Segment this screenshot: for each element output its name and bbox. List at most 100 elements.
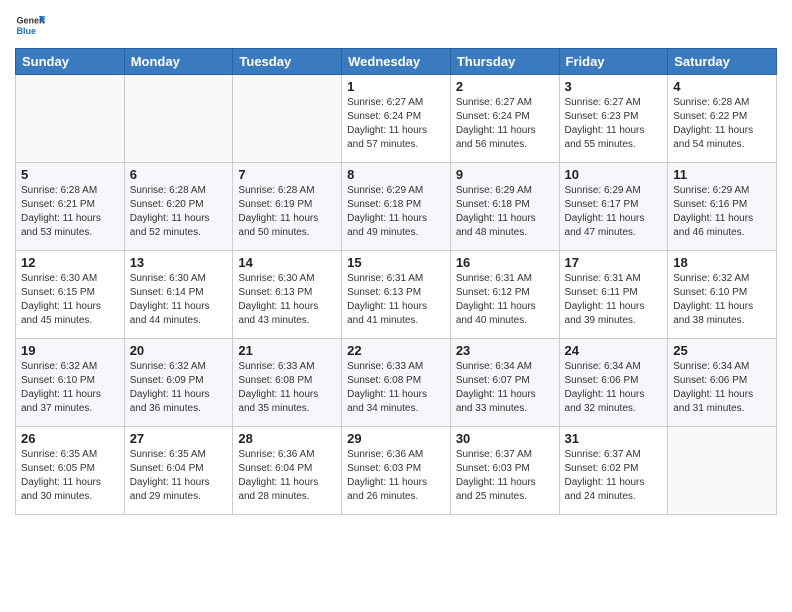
calendar-cell — [124, 75, 233, 163]
calendar-week-row: 1 Sunrise: 6:27 AMSunset: 6:24 PMDaylight… — [16, 75, 777, 163]
svg-text:Blue: Blue — [17, 26, 37, 36]
day-number: 27 — [130, 431, 228, 446]
day-number: 23 — [456, 343, 554, 358]
day-info: Sunrise: 6:31 AMSunset: 6:13 PMDaylight:… — [347, 272, 445, 328]
day-number: 10 — [565, 167, 663, 182]
day-info: Sunrise: 6:28 AMSunset: 6:20 PMDaylight:… — [130, 184, 228, 240]
day-number: 9 — [456, 167, 554, 182]
calendar-cell: 16 Sunrise: 6:31 AMSunset: 6:12 PMDayligh… — [450, 251, 559, 339]
calendar-cell: 14 Sunrise: 6:30 AMSunset: 6:13 PMDayligh… — [233, 251, 342, 339]
day-info: Sunrise: 6:30 AMSunset: 6:15 PMDaylight:… — [21, 272, 119, 328]
day-info: Sunrise: 6:33 AMSunset: 6:08 PMDaylight:… — [347, 360, 445, 416]
calendar-week-row: 19Sunrise: 6:32 AMSunset: 6:10 PMDayligh… — [16, 339, 777, 427]
day-info: Sunrise: 6:29 AMSunset: 6:16 PMDaylight:… — [673, 184, 771, 240]
day-number: 14 — [238, 255, 336, 270]
calendar-cell: 8Sunrise: 6:29 AMSunset: 6:18 PMDaylight… — [342, 163, 451, 251]
calendar-cell: 27 Sunrise: 6:35 AMSunset: 6:04 PMDayligh… — [124, 427, 233, 515]
calendar-cell: 23 Sunrise: 6:34 AMSunset: 6:07 PMDayligh… — [450, 339, 559, 427]
logo: General Blue — [15, 10, 45, 40]
calendar-header-tuesday: Tuesday — [233, 49, 342, 75]
calendar-cell: 17 Sunrise: 6:31 AMSunset: 6:11 PMDayligh… — [559, 251, 668, 339]
calendar-cell: 2 Sunrise: 6:27 AMSunset: 6:24 PMDaylight… — [450, 75, 559, 163]
day-number: 6 — [130, 167, 228, 182]
calendar-cell — [16, 75, 125, 163]
calendar-cell: 26 Sunrise: 6:35 AMSunset: 6:05 PMDayligh… — [16, 427, 125, 515]
calendar-header-friday: Friday — [559, 49, 668, 75]
day-info: Sunrise: 6:36 AMSunset: 6:03 PMDaylight:… — [347, 448, 445, 504]
day-info: Sunrise: 6:33 AMSunset: 6:08 PMDaylight:… — [238, 360, 336, 416]
day-number: 7 — [238, 167, 336, 182]
day-info: Sunrise: 6:28 AMSunset: 6:21 PMDaylight:… — [21, 184, 119, 240]
calendar-cell — [233, 75, 342, 163]
calendar-cell: 10 Sunrise: 6:29 AMSunset: 6:17 PMDayligh… — [559, 163, 668, 251]
day-info: Sunrise: 6:27 AMSunset: 6:24 PMDaylight:… — [347, 96, 445, 152]
day-info: Sunrise: 6:30 AMSunset: 6:14 PMDaylight:… — [130, 272, 228, 328]
day-number: 26 — [21, 431, 119, 446]
day-number: 11 — [673, 167, 771, 182]
day-info: Sunrise: 6:27 AMSunset: 6:23 PMDaylight:… — [565, 96, 663, 152]
day-info: Sunrise: 6:31 AMSunset: 6:11 PMDaylight:… — [565, 272, 663, 328]
calendar-cell: 15 Sunrise: 6:31 AMSunset: 6:13 PMDayligh… — [342, 251, 451, 339]
day-number: 15 — [347, 255, 445, 270]
day-info: Sunrise: 6:32 AMSunset: 6:10 PMDaylight:… — [673, 272, 771, 328]
calendar-cell: 18 Sunrise: 6:32 AMSunset: 6:10 PMDayligh… — [668, 251, 777, 339]
calendar-cell: 4 Sunrise: 6:28 AMSunset: 6:22 PMDaylight… — [668, 75, 777, 163]
calendar-cell: 25 Sunrise: 6:34 AMSunset: 6:06 PMDayligh… — [668, 339, 777, 427]
day-info: Sunrise: 6:28 AMSunset: 6:22 PMDaylight:… — [673, 96, 771, 152]
day-number: 12 — [21, 255, 119, 270]
day-info: Sunrise: 6:31 AMSunset: 6:12 PMDaylight:… — [456, 272, 554, 328]
calendar-cell: 29Sunrise: 6:36 AMSunset: 6:03 PMDayligh… — [342, 427, 451, 515]
day-number: 4 — [673, 79, 771, 94]
header: General Blue — [15, 10, 777, 40]
calendar-cell: 19Sunrise: 6:32 AMSunset: 6:10 PMDayligh… — [16, 339, 125, 427]
day-number: 30 — [456, 431, 554, 446]
day-info: Sunrise: 6:37 AMSunset: 6:03 PMDaylight:… — [456, 448, 554, 504]
calendar-cell: 28 Sunrise: 6:36 AMSunset: 6:04 PMDayligh… — [233, 427, 342, 515]
day-number: 13 — [130, 255, 228, 270]
day-info: Sunrise: 6:35 AMSunset: 6:04 PMDaylight:… — [130, 448, 228, 504]
day-info: Sunrise: 6:36 AMSunset: 6:04 PMDaylight:… — [238, 448, 336, 504]
day-info: Sunrise: 6:30 AMSunset: 6:13 PMDaylight:… — [238, 272, 336, 328]
day-info: Sunrise: 6:34 AMSunset: 6:06 PMDaylight:… — [673, 360, 771, 416]
calendar-cell: 12 Sunrise: 6:30 AMSunset: 6:15 PMDayligh… — [16, 251, 125, 339]
calendar-cell: 21Sunrise: 6:33 AMSunset: 6:08 PMDayligh… — [233, 339, 342, 427]
day-number: 18 — [673, 255, 771, 270]
calendar-cell: 31Sunrise: 6:37 AMSunset: 6:02 PMDayligh… — [559, 427, 668, 515]
calendar-header-thursday: Thursday — [450, 49, 559, 75]
day-info: Sunrise: 6:29 AMSunset: 6:18 PMDaylight:… — [456, 184, 554, 240]
calendar-cell: 1 Sunrise: 6:27 AMSunset: 6:24 PMDaylight… — [342, 75, 451, 163]
calendar-cell: 3Sunrise: 6:27 AMSunset: 6:23 PMDaylight… — [559, 75, 668, 163]
calendar-week-row: 5Sunrise: 6:28 AMSunset: 6:21 PMDaylight… — [16, 163, 777, 251]
calendar-header-saturday: Saturday — [668, 49, 777, 75]
day-number: 24 — [565, 343, 663, 358]
day-number: 20 — [130, 343, 228, 358]
day-info: Sunrise: 6:35 AMSunset: 6:05 PMDaylight:… — [21, 448, 119, 504]
page-container: General Blue SundayMondayTuesdayWednesda… — [0, 0, 792, 612]
day-number: 22 — [347, 343, 445, 358]
day-number: 17 — [565, 255, 663, 270]
day-info: Sunrise: 6:27 AMSunset: 6:24 PMDaylight:… — [456, 96, 554, 152]
day-number: 16 — [456, 255, 554, 270]
day-number: 28 — [238, 431, 336, 446]
day-info: Sunrise: 6:37 AMSunset: 6:02 PMDaylight:… — [565, 448, 663, 504]
calendar-header-row: SundayMondayTuesdayWednesdayThursdayFrid… — [16, 49, 777, 75]
day-number: 25 — [673, 343, 771, 358]
day-number: 2 — [456, 79, 554, 94]
calendar-week-row: 26 Sunrise: 6:35 AMSunset: 6:05 PMDayligh… — [16, 427, 777, 515]
day-info: Sunrise: 6:28 AMSunset: 6:19 PMDaylight:… — [238, 184, 336, 240]
calendar-cell: 6 Sunrise: 6:28 AMSunset: 6:20 PMDaylight… — [124, 163, 233, 251]
calendar-week-row: 12 Sunrise: 6:30 AMSunset: 6:15 PMDayligh… — [16, 251, 777, 339]
calendar-cell — [668, 427, 777, 515]
day-info: Sunrise: 6:32 AMSunset: 6:09 PMDaylight:… — [130, 360, 228, 416]
logo-icon: General Blue — [15, 10, 45, 40]
day-info: Sunrise: 6:32 AMSunset: 6:10 PMDaylight:… — [21, 360, 119, 416]
calendar-cell: 7 Sunrise: 6:28 AMSunset: 6:19 PMDaylight… — [233, 163, 342, 251]
calendar-header-sunday: Sunday — [16, 49, 125, 75]
calendar-cell: 30 Sunrise: 6:37 AMSunset: 6:03 PMDayligh… — [450, 427, 559, 515]
calendar-cell: 13 Sunrise: 6:30 AMSunset: 6:14 PMDayligh… — [124, 251, 233, 339]
calendar-cell: 24Sunrise: 6:34 AMSunset: 6:06 PMDayligh… — [559, 339, 668, 427]
day-info: Sunrise: 6:29 AMSunset: 6:17 PMDaylight:… — [565, 184, 663, 240]
day-number: 8 — [347, 167, 445, 182]
day-number: 1 — [347, 79, 445, 94]
day-info: Sunrise: 6:34 AMSunset: 6:07 PMDaylight:… — [456, 360, 554, 416]
